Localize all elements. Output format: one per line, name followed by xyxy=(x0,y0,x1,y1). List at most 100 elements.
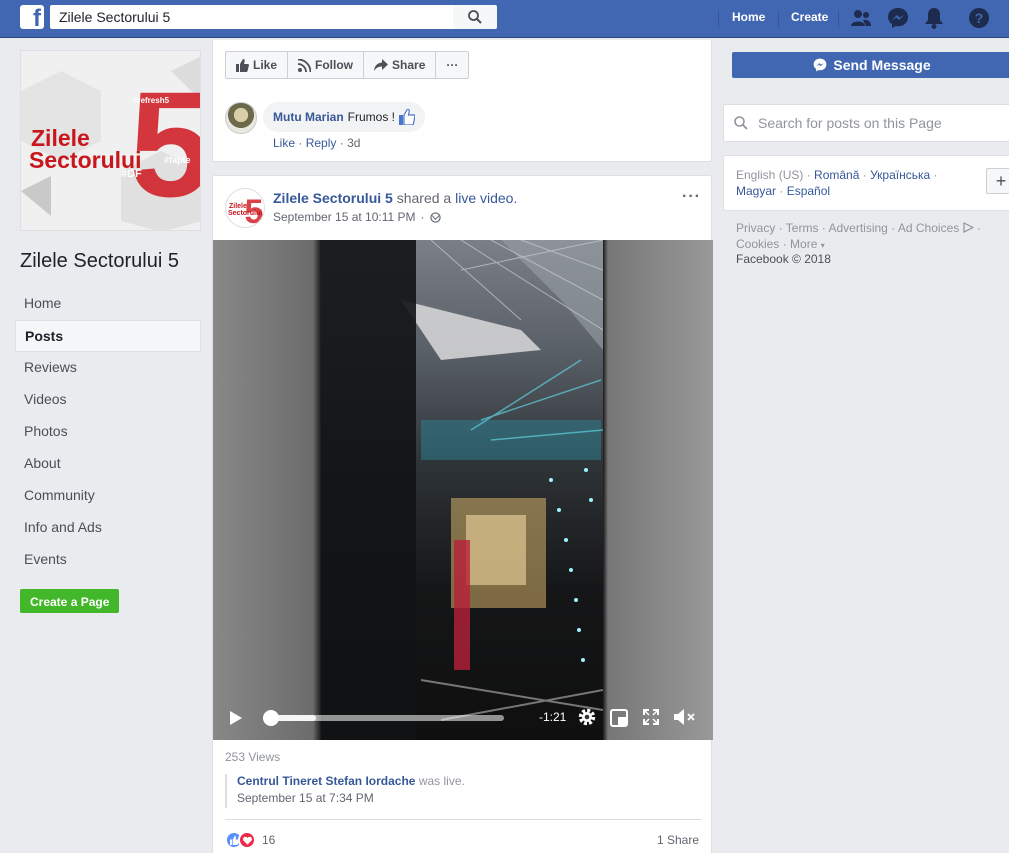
search-input[interactable]: Zilele Sectorului 5 xyxy=(50,5,453,29)
language-option[interactable]: Español xyxy=(787,184,830,198)
post-header: Zilele Sectorului 5 shared a live video. xyxy=(273,190,517,206)
svg-text:Zilele: Zilele xyxy=(229,203,247,210)
svg-text:Sectorului: Sectorului xyxy=(29,147,141,173)
terms-link[interactable]: Terms xyxy=(786,221,819,235)
page-nav-posts[interactable]: Posts xyxy=(15,320,201,352)
cookies-link[interactable]: Cookies xyxy=(736,237,779,251)
page-nav-info-and-ads[interactable]: Info and Ads xyxy=(15,512,201,544)
page-nav-home[interactable]: Home xyxy=(15,288,201,320)
caret-down-icon[interactable]: ▾ xyxy=(821,241,825,250)
rss-icon xyxy=(298,58,312,72)
post-shared-link[interactable]: live video. xyxy=(455,190,517,206)
video-player[interactable]: -1:21 xyxy=(213,240,713,740)
language-selector: English (US) · Română · Українська · Mag… xyxy=(723,155,1009,211)
origin-status: was live. xyxy=(418,774,465,788)
follow-page-label: Follow xyxy=(315,58,354,72)
origin-author[interactable]: Centrul Tineret Stefan Iordache xyxy=(237,774,415,788)
more-languages-button[interactable]: + xyxy=(986,168,1009,194)
comment-bubble: Mutu Marian Frumos ! xyxy=(263,102,426,132)
page-nav-community[interactable]: Community xyxy=(15,480,201,512)
messenger-icon xyxy=(813,58,827,72)
notifications-icon[interactable] xyxy=(922,6,946,30)
post-author-avatar[interactable]: 5 Zilele Sectorului xyxy=(225,188,265,228)
play-icon[interactable] xyxy=(229,710,243,726)
post-timestamp-row: September 15 at 10:11 PM · xyxy=(273,210,441,224)
ad-choices-link[interactable]: Ad Choices xyxy=(898,221,959,235)
share-count[interactable]: 1 Share xyxy=(657,833,699,847)
page-nav-photos[interactable]: Photos xyxy=(15,416,201,448)
home-link[interactable]: Home xyxy=(732,10,765,24)
more-link[interactable]: More xyxy=(790,237,817,251)
svg-text:#refresh5: #refresh5 xyxy=(133,96,170,105)
page-action-bar: Like Follow Share ··· xyxy=(212,40,712,92)
fullscreen-icon[interactable] xyxy=(643,709,659,725)
video-frame xyxy=(321,240,603,740)
post-options-button[interactable]: ··· xyxy=(682,188,701,206)
video-views[interactable]: 253 Views xyxy=(225,750,280,764)
page-nav: Home Posts Reviews Videos Photos About C… xyxy=(15,288,201,576)
page-title[interactable]: Zilele Sectorului 5 xyxy=(20,250,179,273)
comment-text: Frumos ! xyxy=(347,110,396,124)
love-reaction-icon xyxy=(238,831,256,849)
globe-icon[interactable] xyxy=(429,211,441,223)
more-actions-button[interactable]: ··· xyxy=(436,52,468,78)
friend-requests-icon[interactable] xyxy=(849,6,873,30)
nav-separator xyxy=(778,10,779,28)
divider xyxy=(225,819,701,820)
video-controls: -1:21 xyxy=(213,702,713,732)
follow-page-button[interactable]: Follow xyxy=(288,52,365,78)
previous-post-comment: Mutu Marian Frumos ! Like · Reply · 3d xyxy=(212,92,712,162)
thumbs-up-emoji-icon xyxy=(399,109,416,125)
facebook-logo-icon[interactable]: f xyxy=(20,5,44,31)
share-arrow-icon xyxy=(374,59,389,71)
advertising-link[interactable]: Advertising xyxy=(828,221,887,235)
search-button[interactable] xyxy=(453,5,497,29)
nav-separator xyxy=(838,10,839,28)
post-shared-text: shared a xyxy=(396,190,452,206)
send-message-button[interactable]: Send Message xyxy=(732,52,1009,78)
create-page-button[interactable]: Create a Page xyxy=(20,589,120,613)
picture-in-picture-icon[interactable] xyxy=(610,709,628,727)
settings-gear-icon[interactable] xyxy=(577,707,597,727)
page-nav-about[interactable]: About xyxy=(15,448,201,480)
video-progress-bar[interactable] xyxy=(263,710,504,726)
copyright: Facebook © 2018 xyxy=(736,252,831,266)
video-scrubber[interactable] xyxy=(263,710,279,726)
page-search-input[interactable]: Search for posts on this Page xyxy=(758,115,942,131)
page-nav-reviews[interactable]: Reviews xyxy=(15,352,201,384)
comment-reply-link[interactable]: Reply xyxy=(306,136,337,150)
like-page-button[interactable]: Like xyxy=(226,52,289,78)
comment-like-link[interactable]: Like xyxy=(273,136,295,150)
current-language: English (US) xyxy=(736,168,804,182)
messenger-icon[interactable] xyxy=(886,6,910,30)
mute-icon[interactable] xyxy=(673,708,697,726)
svg-text:5: 5 xyxy=(129,60,201,228)
ad-choices-icon[interactable] xyxy=(962,222,974,233)
create-link[interactable]: Create xyxy=(791,10,828,24)
origin-timestamp[interactable]: September 15 at 7:34 PM xyxy=(237,791,465,805)
footer-links: Privacy · Terms · Advertising · Ad Choic… xyxy=(736,221,981,251)
privacy-link[interactable]: Privacy xyxy=(736,221,775,235)
page-post-search[interactable]: Search for posts on this Page xyxy=(723,104,1009,142)
like-page-label: Like xyxy=(253,58,278,72)
original-live-source: Centrul Tineret Stefan Iordache was live… xyxy=(225,774,465,808)
page-actions: Like Follow Share ··· xyxy=(225,51,470,79)
search-icon xyxy=(734,116,748,130)
post-author-name[interactable]: Zilele Sectorului 5 xyxy=(273,190,393,206)
page-nav-videos[interactable]: Videos xyxy=(15,384,201,416)
language-option[interactable]: Română xyxy=(814,168,859,182)
comment-author[interactable]: Mutu Marian xyxy=(273,110,344,124)
search-icon xyxy=(468,10,482,24)
commenter-avatar[interactable] xyxy=(225,102,257,134)
language-option[interactable]: Magyar xyxy=(736,184,776,198)
post-timestamp[interactable]: September 15 at 10:11 PM xyxy=(273,210,416,224)
page-profile-picture[interactable]: 5 #refresh5 #DF #fapte Zilele Sectorului xyxy=(20,50,201,231)
page-nav-events[interactable]: Events xyxy=(15,544,201,576)
help-icon[interactable]: ? xyxy=(967,6,991,30)
language-option[interactable]: Українська xyxy=(870,168,930,182)
comment-age[interactable]: 3d xyxy=(347,136,360,150)
reaction-count: 16 xyxy=(262,833,276,847)
share-page-button[interactable]: Share xyxy=(364,52,437,78)
reactions-summary[interactable]: 16 xyxy=(225,831,275,849)
more-dots-icon: ··· xyxy=(446,58,459,72)
